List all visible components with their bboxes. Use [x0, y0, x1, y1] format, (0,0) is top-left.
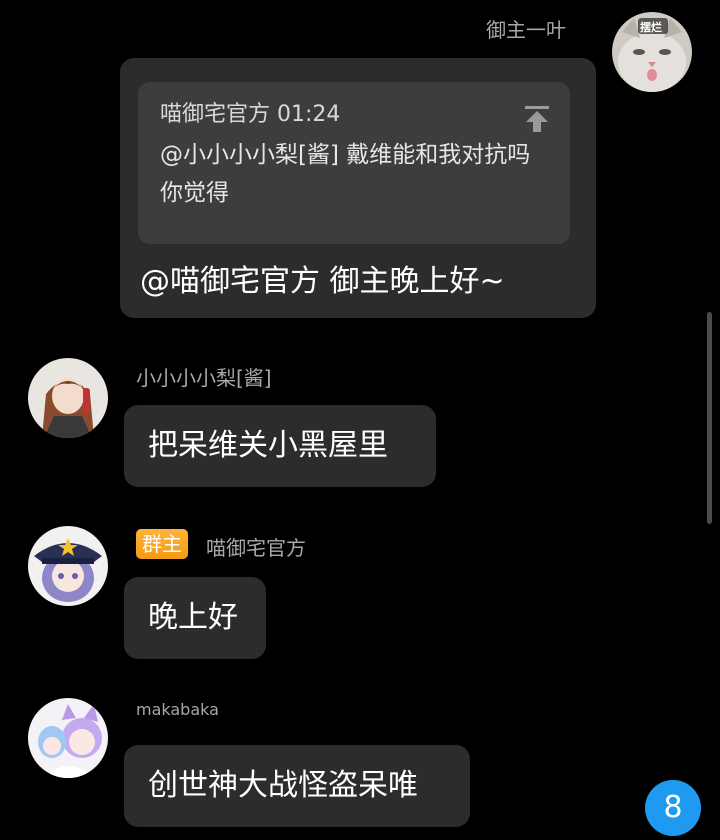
avatar-miaoyuzhai[interactable] [28, 526, 108, 606]
quoted-text: @小小小小梨[酱] 戴维能和我对抗吗你觉得 [160, 142, 531, 206]
message-bubble-miaoyuzhai[interactable]: 晚上好 [124, 577, 266, 659]
avatar-makabaka[interactable] [28, 698, 108, 778]
anime-girl-avatar-image [28, 358, 108, 438]
avatar-xiaoli[interactable] [28, 358, 108, 438]
message-bubble-self[interactable]: 喵御宅官方 01:24 @小小小小梨[酱] 戴维能和我对抗吗你觉得 @喵御宅官方… [120, 58, 596, 318]
unread-count-badge[interactable]: 8 [645, 780, 701, 836]
message-text-miaoyuzhai: 晚上好 [148, 600, 238, 635]
sender-name-makabaka[interactable]: makabaka [136, 700, 219, 719]
message-bubble-makabaka[interactable]: 创世神大战怪盗呆唯 [124, 745, 470, 827]
police-cap-girl-avatar-image [28, 526, 108, 606]
avatar-badge-text: 摆烂 [640, 21, 662, 34]
quoted-author-time: 喵御宅官方 01:24 [160, 102, 341, 127]
message-text-xiaoli: 把呆维关小黑屋里 [148, 428, 388, 463]
group-owner-badge: 群主 [136, 529, 188, 559]
sender-name-xiaoli[interactable]: 小小小小梨[酱] [136, 362, 272, 391]
cat-ear-girls-avatar-image [28, 698, 108, 778]
message-text-self: @喵御宅官方 御主晚上好~ [140, 264, 505, 299]
avatar-self[interactable]: 摆烂 [612, 12, 692, 92]
jump-to-top-icon[interactable] [522, 104, 552, 134]
sender-name-self[interactable]: 御主一叶 [486, 14, 566, 43]
quoted-message[interactable]: 喵御宅官方 01:24 @小小小小梨[酱] 戴维能和我对抗吗你觉得 [138, 82, 570, 244]
sender-name-miaoyuzhai[interactable]: 喵御宅官方 [206, 532, 306, 561]
scrollbar[interactable] [707, 312, 712, 524]
message-text-makabaka: 创世神大战怪盗呆唯 [148, 768, 418, 803]
message-bubble-xiaoli[interactable]: 把呆维关小黑屋里 [124, 405, 436, 487]
